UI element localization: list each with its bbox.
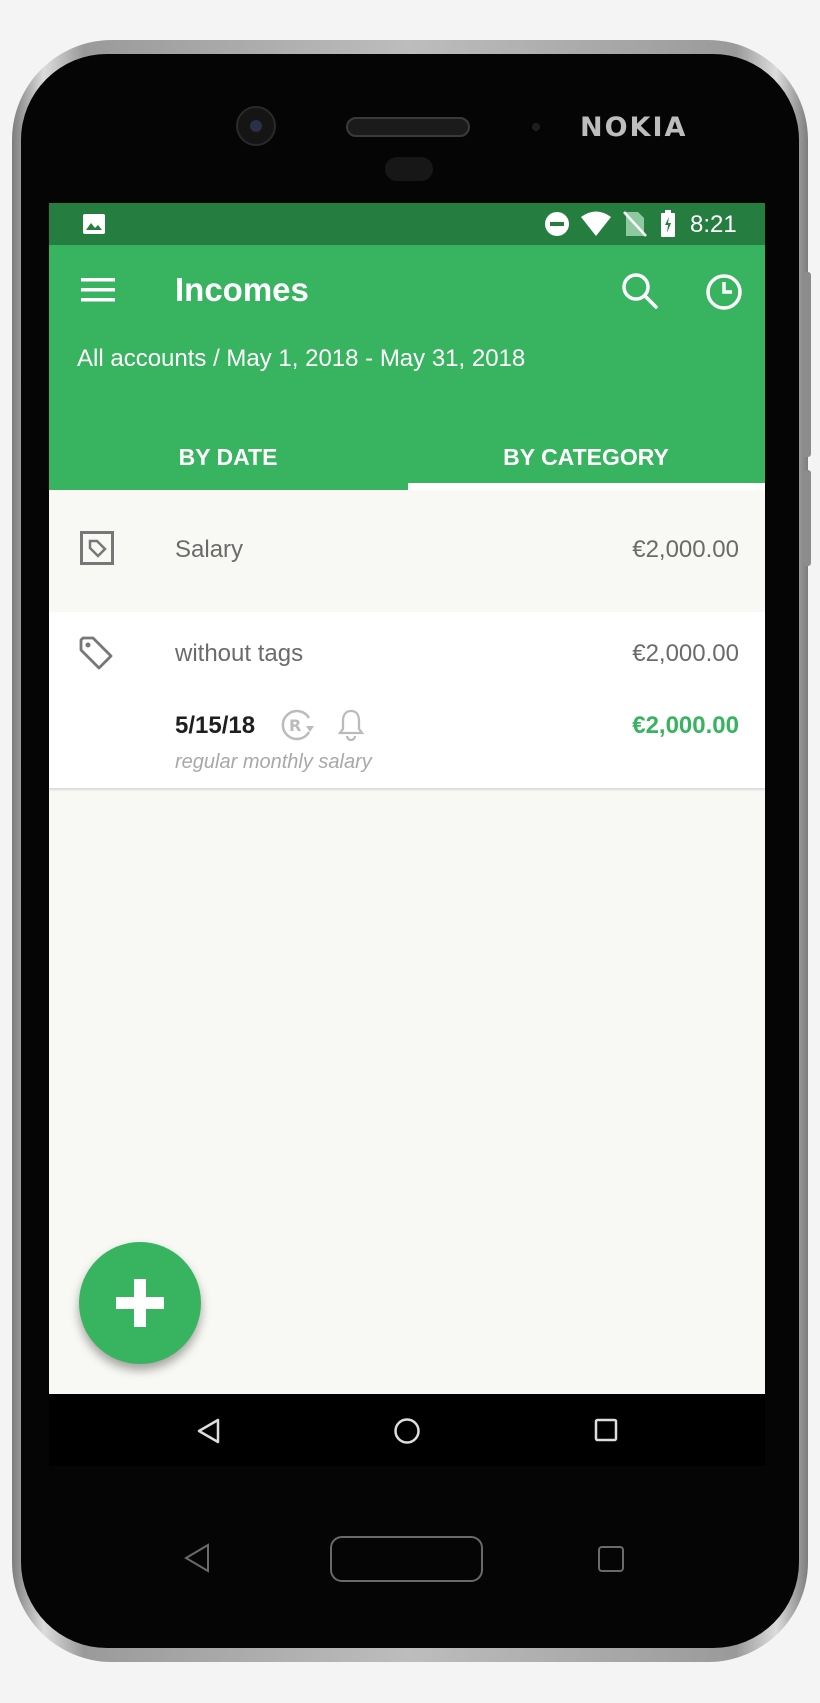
status-time: 8:21 — [690, 211, 737, 238]
image-notification-icon — [82, 213, 106, 240]
app-screen: 8:21 Incomes All accounts / May 1, 2018 … — [49, 203, 765, 1394]
power-button-hw — [803, 272, 811, 457]
app-bar: Incomes All accounts / May 1, 2018 - May… — [49, 245, 765, 490]
front-camera — [236, 106, 276, 146]
page-title: Incomes — [175, 271, 309, 308]
brand-logo: NOKIA — [580, 112, 688, 143]
tag-group-total: €2,000.00 — [632, 640, 739, 667]
tag-group-card: without tags €2,000.00 5/15/18 R €2,000.… — [49, 612, 765, 788]
do-not-disturb-icon — [544, 211, 570, 242]
plus-icon — [112, 1275, 168, 1336]
category-name: Salary — [175, 536, 244, 563]
earpiece-speaker — [346, 117, 470, 137]
status-bar: 8:21 — [49, 203, 765, 245]
add-income-button[interactable] — [79, 1242, 201, 1364]
history-icon[interactable] — [705, 273, 743, 316]
active-tab-indicator — [408, 483, 765, 490]
svg-text:R: R — [289, 716, 301, 735]
transaction-amount: €2,000.00 — [632, 712, 739, 739]
repeat-icon: R — [279, 708, 319, 747]
hardware-home-button — [330, 1536, 483, 1582]
hardware-recent-icon — [598, 1546, 624, 1572]
transaction-note: regular monthly salary — [175, 751, 372, 773]
category-total: €2,000.00 — [632, 536, 739, 563]
account-period-filter[interactable]: All accounts / May 1, 2018 - May 31, 201… — [77, 345, 525, 373]
transaction-date: 5/15/18 — [175, 712, 256, 739]
tag-group-label: without tags — [175, 640, 304, 667]
wifi-icon — [580, 211, 612, 242]
tab-by-category[interactable]: BY CATEGORY — [407, 428, 765, 490]
no-sim-icon — [623, 211, 647, 242]
category-tag-icon — [80, 531, 114, 570]
recent-apps-icon[interactable] — [594, 1418, 618, 1447]
tag-icon — [79, 636, 113, 675]
menu-icon[interactable] — [81, 278, 115, 307]
home-icon[interactable] — [393, 1417, 421, 1450]
category-row[interactable]: Salary €2,000.00 — [49, 490, 765, 612]
proximity-sensor — [532, 123, 540, 131]
front-sensor — [385, 157, 433, 181]
hardware-back-icon — [183, 1543, 211, 1578]
search-icon[interactable] — [621, 272, 659, 315]
system-navigation-bar — [49, 1394, 765, 1466]
battery-charging-icon — [660, 210, 676, 243]
tab-by-date[interactable]: BY DATE — [49, 428, 407, 490]
volume-button-hw — [803, 470, 811, 566]
back-icon[interactable] — [196, 1418, 220, 1449]
bell-icon — [337, 708, 365, 747]
